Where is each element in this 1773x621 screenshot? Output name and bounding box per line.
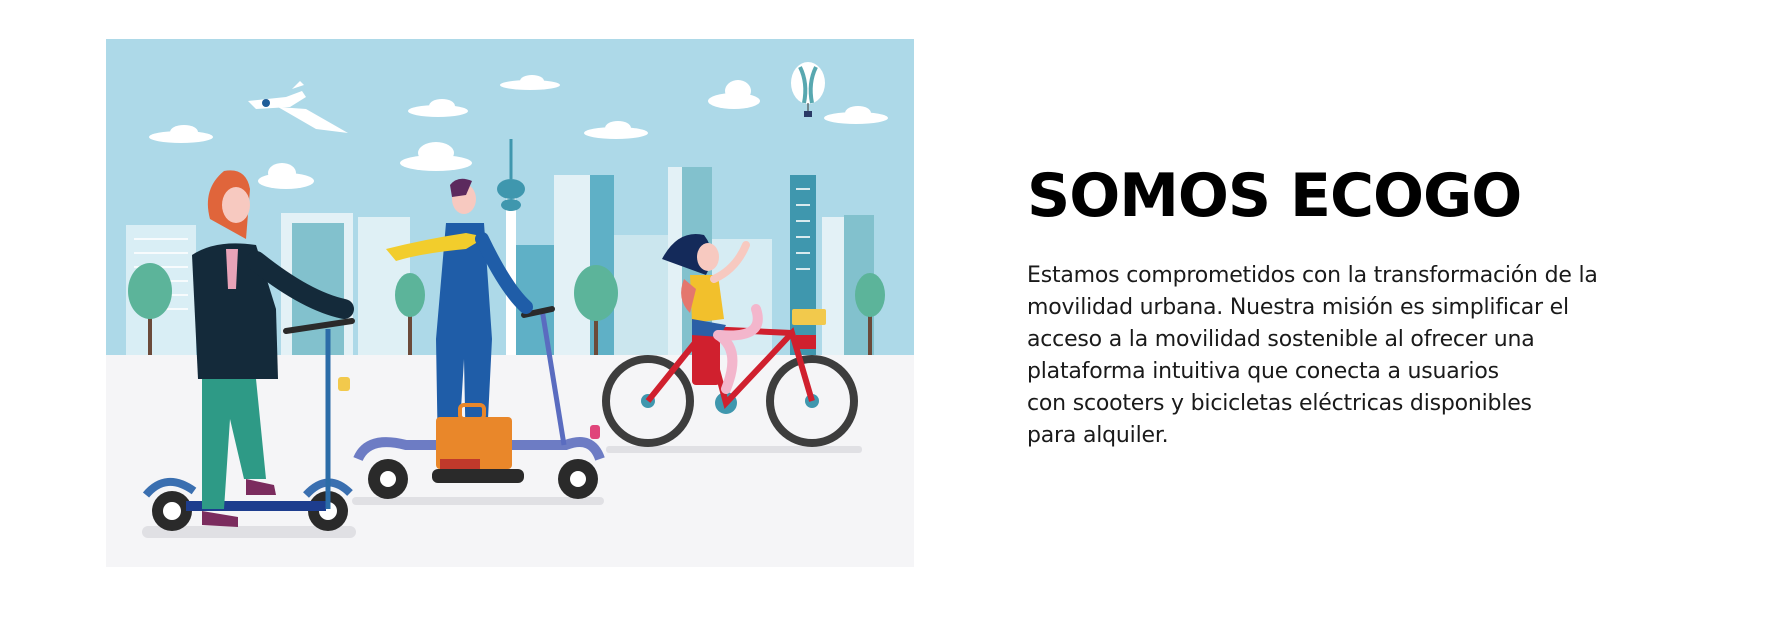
about-section: SOMOS ECOGO Estamos comprometidos con la… [1027,160,1667,452]
paragraph-line: movilidad urbana. Nuestra misión es simp… [1027,295,1569,320]
paragraph-line: para alquiler. [1027,423,1169,448]
hero-illustration [106,39,914,567]
paragraph-line: acceso a la movilidad sostenible al ofre… [1027,327,1535,352]
city-eco-mobility-illustration [106,39,914,567]
about-paragraph: Estamos comprometidos con la transformac… [1027,260,1667,452]
paragraph-line: Estamos comprometidos con la transformac… [1027,263,1598,288]
paragraph-line: plataforma intuitiva que conecta a usuar… [1027,359,1499,384]
paragraph-line: con scooters y bicicletas eléctricas dis… [1027,391,1532,416]
page-title: SOMOS ECOGO [1027,161,1522,231]
